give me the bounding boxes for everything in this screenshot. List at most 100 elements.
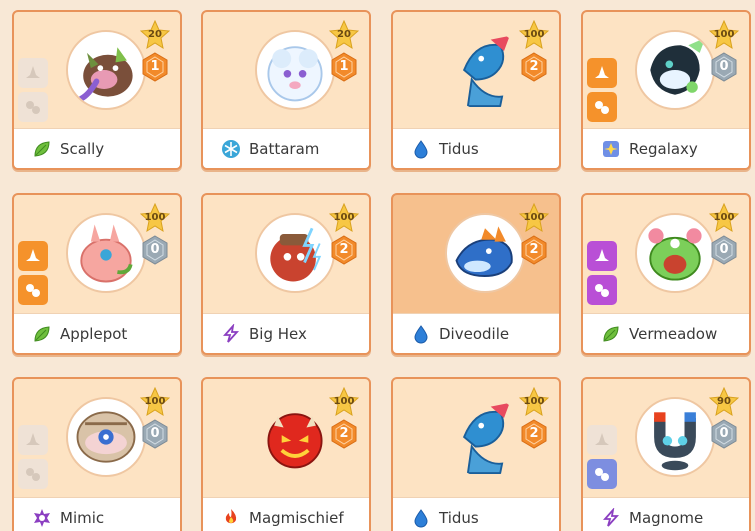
level-value: 100 xyxy=(333,212,355,223)
leaf-element-icon xyxy=(32,324,52,344)
storm-element-icon xyxy=(221,323,241,344)
pet-card-applepot[interactable]: 100 0 Applepot xyxy=(12,193,182,355)
spell-slot-hat-faded[interactable] xyxy=(18,58,48,88)
astral-element-icon xyxy=(601,139,621,159)
level-value: 100 xyxy=(144,396,166,407)
level-value: 20 xyxy=(148,29,162,40)
tier-value: 2 xyxy=(529,59,539,74)
tier-value: 1 xyxy=(150,59,160,74)
spell-slot-boots[interactable] xyxy=(587,275,617,305)
pet-name: Battaram xyxy=(249,139,320,158)
tier-value: 2 xyxy=(529,242,539,257)
tidus-creature-icon xyxy=(462,35,510,108)
boots-icon xyxy=(26,468,40,481)
tier-value: 0 xyxy=(150,242,160,257)
pet-name: Diveodile xyxy=(439,324,510,343)
pet-portrait xyxy=(255,397,335,477)
level-star-badge: 100 xyxy=(519,203,549,233)
level-star-badge: 100 xyxy=(329,203,359,233)
tier-value: 2 xyxy=(339,242,349,257)
level-star-badge: 100 xyxy=(140,387,170,417)
boots-icon xyxy=(26,284,40,297)
pet-name: Mimic xyxy=(60,508,105,527)
spell-slots xyxy=(18,58,48,122)
tier-hex-badge: 2 xyxy=(331,235,357,265)
pet-portrait xyxy=(635,213,715,293)
pet-card-mimic[interactable]: 100 0 Mimic xyxy=(12,377,182,531)
pet-portrait xyxy=(255,30,335,110)
diveodile-creature-icon xyxy=(455,226,513,277)
level-value: 100 xyxy=(523,396,545,407)
spell-slot-hat-faded[interactable] xyxy=(587,425,617,455)
tier-hex-badge: 0 xyxy=(142,419,168,449)
spell-slots xyxy=(18,241,48,305)
pet-name: Regalaxy xyxy=(629,139,698,158)
pet-portrait xyxy=(445,397,525,477)
level-star-badge: 100 xyxy=(709,20,739,50)
tier-hex-badge: 0 xyxy=(142,235,168,265)
pet-name: Magnome xyxy=(629,508,704,527)
level-value: 100 xyxy=(523,29,545,40)
pet-name: Scally xyxy=(60,139,105,158)
level-star-badge: 90 xyxy=(709,387,739,417)
tier-hex-badge: 0 xyxy=(711,419,737,449)
pet-card-diveodile[interactable]: 100 2 Diveodile xyxy=(391,193,561,355)
spell-slot-boots-faded[interactable] xyxy=(18,459,48,489)
wizard-hat-icon xyxy=(595,433,609,445)
spell-slots xyxy=(587,241,617,305)
boots-icon xyxy=(595,284,609,297)
applepot-creature-icon xyxy=(80,224,133,283)
tier-value: 2 xyxy=(339,426,349,441)
spell-slot-boots-faded[interactable] xyxy=(18,92,48,122)
pet-portrait xyxy=(66,397,146,477)
pet-card-magnome[interactable]: 90 0 Magnome xyxy=(581,377,751,531)
level-value: 100 xyxy=(144,212,166,223)
storm-element-icon xyxy=(601,507,621,528)
water-element-icon xyxy=(411,139,431,159)
scally-creature-icon xyxy=(78,47,133,102)
level-value: 100 xyxy=(713,212,735,223)
spell-slot-hat-faded[interactable] xyxy=(18,425,48,455)
pet-name: Big Hex xyxy=(249,324,307,343)
tier-value: 0 xyxy=(719,426,729,441)
level-star-badge: 20 xyxy=(140,20,170,50)
leaf-element-icon xyxy=(601,324,621,344)
pet-card-vermeadow[interactable]: 100 0 Vermeadow xyxy=(581,193,751,355)
mimic-creature-icon xyxy=(76,411,136,463)
pet-name: Vermeadow xyxy=(629,324,718,343)
tier-value: 2 xyxy=(529,426,539,441)
wizard-hat-icon xyxy=(595,249,609,261)
pet-card-magmischief[interactable]: 100 2 Magmischief xyxy=(201,377,371,531)
spell-slot-boots[interactable] xyxy=(18,275,48,305)
magmischief-creature-icon xyxy=(267,413,323,469)
pet-card-scally[interactable]: 20 1 Scally xyxy=(12,10,182,170)
spell-slot-hat[interactable] xyxy=(18,241,48,271)
boots-icon xyxy=(595,101,609,114)
pet-card-tidus[interactable]: 100 2 Tidus xyxy=(391,10,561,170)
tier-hex-badge: 2 xyxy=(521,52,547,82)
level-star-badge: 100 xyxy=(519,387,549,417)
tier-hex-badge: 0 xyxy=(711,52,737,82)
pet-card-tidus-2[interactable]: 100 2 Tidus xyxy=(391,377,561,531)
tier-hex-badge: 1 xyxy=(331,52,357,82)
pet-card-regalaxy[interactable]: 100 0 Regalaxy xyxy=(581,10,751,170)
leaf-element-icon xyxy=(32,139,52,159)
level-star-badge: 20 xyxy=(329,20,359,50)
spell-slot-hat[interactable] xyxy=(587,58,617,88)
regalaxy-creature-icon xyxy=(650,37,706,95)
pet-card-battaram[interactable]: 20 1 Battaram xyxy=(201,10,371,170)
tier-value: 0 xyxy=(719,242,729,257)
tidus-creature-icon xyxy=(462,402,510,475)
level-value: 100 xyxy=(523,212,545,223)
pet-card-big-hex[interactable]: 100 2 Big Hex xyxy=(201,193,371,355)
spell-slots xyxy=(587,425,617,489)
tier-hex-badge: 1 xyxy=(142,52,168,82)
wizard-hat-icon xyxy=(26,66,40,78)
shadow-element-icon xyxy=(32,508,52,528)
level-star-badge: 100 xyxy=(329,387,359,417)
level-star-badge: 100 xyxy=(140,203,170,233)
spell-slot-hat[interactable] xyxy=(587,241,617,271)
pet-portrait xyxy=(255,213,335,293)
spell-slot-boots[interactable] xyxy=(587,92,617,122)
spell-slot-boots[interactable] xyxy=(587,459,617,489)
